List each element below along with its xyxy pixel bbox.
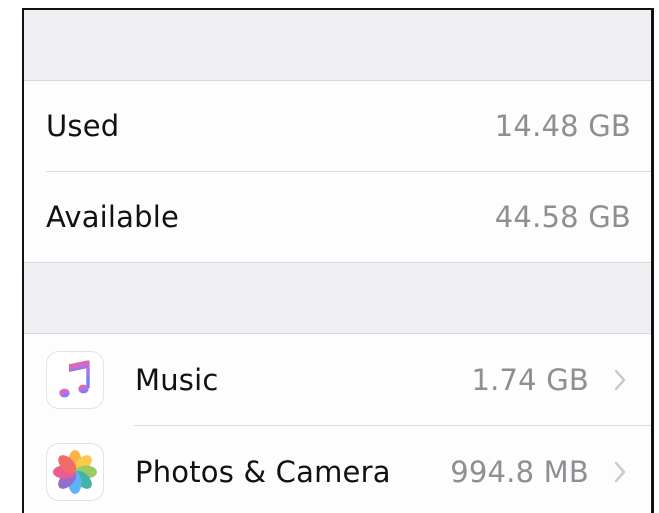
app-row-music[interactable]: Music 1.74 GB — [24, 334, 651, 425]
used-label: Used — [46, 109, 120, 143]
app-name: Music — [135, 362, 219, 397]
photos-flower-icon — [46, 442, 104, 501]
app-row-photos-camera[interactable]: Photos & Camera 994.8 MB — [24, 426, 651, 513]
available-value: 44.58 GB — [494, 200, 631, 234]
available-storage-row: Available 44.58 GB — [24, 172, 651, 262]
storage-summary-group: Used 14.48 GB Available 44.58 GB — [24, 81, 651, 262]
app-storage-list: Music 1.74 GB Photos & Camera 994.8 MB — [24, 334, 651, 513]
settings-storage-screen: Used 14.48 GB Available 44.58 GB Music 1… — [22, 8, 654, 513]
chevron-right-icon — [611, 460, 629, 484]
used-storage-row: Used 14.48 GB — [24, 81, 651, 171]
chevron-right-icon — [611, 368, 629, 392]
section-spacer-top — [24, 10, 651, 81]
music-note-icon — [46, 350, 104, 409]
app-size: 994.8 MB — [450, 454, 589, 489]
app-name: Photos & Camera — [135, 454, 391, 489]
section-spacer-middle — [24, 262, 651, 334]
app-size: 1.74 GB — [471, 362, 589, 397]
used-value: 14.48 GB — [494, 109, 631, 143]
available-label: Available — [46, 200, 180, 234]
